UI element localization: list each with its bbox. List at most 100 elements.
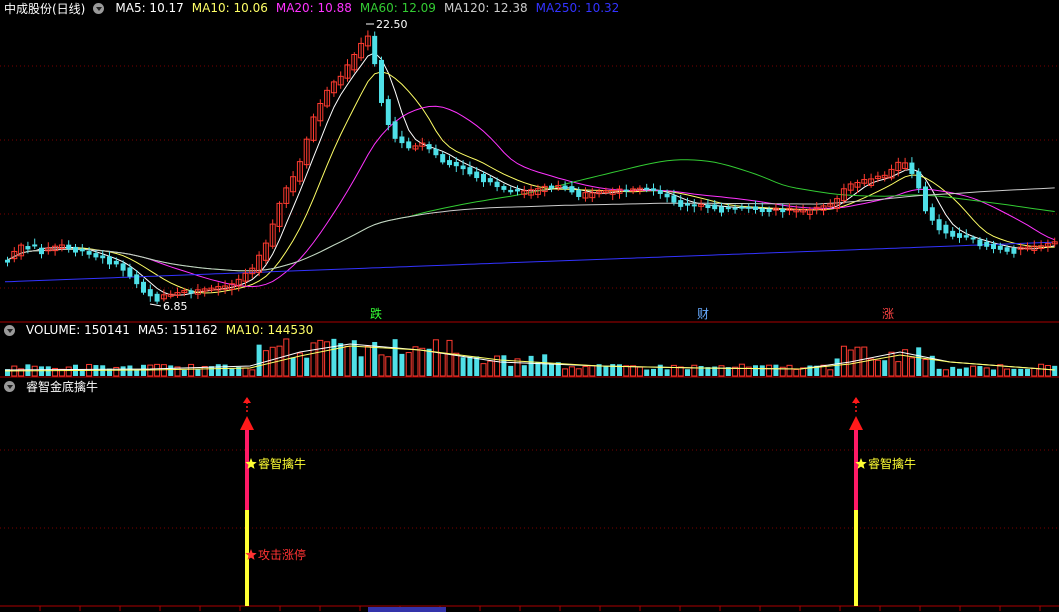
candle-body-down <box>188 290 194 294</box>
candle-body-down <box>127 267 133 277</box>
ma-legend: MA5: 10.17 MA10: 10.06 MA20: 10.88 MA60: 12… <box>115 1 619 15</box>
candle-body-down <box>746 206 752 209</box>
candle-body-down <box>460 165 466 170</box>
candle-body-down <box>644 187 650 190</box>
volume-bar-down <box>603 366 609 376</box>
candle-body-down <box>562 185 568 190</box>
candle-body-down <box>379 59 384 103</box>
volume-bar-down <box>501 355 507 376</box>
candle-body-down <box>712 204 718 210</box>
signal-1-top-label: 睿智擒牛 <box>258 456 306 471</box>
signal-2-top-label: 睿智擒牛 <box>868 456 916 471</box>
candle-body-down <box>1004 247 1010 252</box>
candle-body-down <box>732 207 738 210</box>
candle-body-down <box>79 248 85 252</box>
volume-bar-down <box>1052 365 1058 376</box>
candle-body-down <box>406 141 412 149</box>
candle-body-down <box>739 206 745 209</box>
volume-bar-down <box>977 366 983 376</box>
low-price-label: 6.85 <box>163 300 188 313</box>
candle-body-down <box>916 171 922 189</box>
volume-bar-down <box>950 366 956 376</box>
candle-body-down <box>73 246 78 253</box>
volume-bar-down <box>1011 368 1017 376</box>
volume-bar-down <box>181 369 187 376</box>
volume-bar-down <box>256 344 262 376</box>
volume-bar-down <box>467 356 473 376</box>
candle-body-down <box>936 219 942 231</box>
legend-item: MA60: 12.09 <box>359 1 436 15</box>
candle-body-down <box>691 204 697 207</box>
legend-item: MA5: 151162 <box>137 323 218 337</box>
volume-bar-down <box>304 357 310 376</box>
volume-bar-down <box>195 369 201 376</box>
stock-chart-canvas[interactable]: 22.50 6.85 跌 财 涨 睿智擒牛 攻击涨停 睿智擒牛 <box>0 0 1059 612</box>
legend-item: MA250: 10.32 <box>535 1 620 15</box>
high-price-label: 22.50 <box>376 18 408 31</box>
candle-body-down <box>392 121 398 139</box>
candle-body-down <box>100 255 106 259</box>
stock-title: 中成股份(日线) <box>4 1 86 16</box>
scroll-indicator <box>368 607 446 612</box>
candle-body-down <box>5 259 10 263</box>
volume-bar-down <box>460 357 466 376</box>
volume-bar-down <box>215 364 221 376</box>
main-panel-header: 中成股份(日线) MA5: 10.17 MA10: 10.06 MA20: 10.8… <box>4 0 619 16</box>
volume-bar-down <box>358 356 364 376</box>
volume-bar-down <box>753 365 758 376</box>
candle-body-down <box>977 239 983 247</box>
volume-bar-down <box>549 364 554 376</box>
candle-body-down <box>385 99 391 125</box>
volume-bar-down <box>127 365 133 376</box>
volume-bar-down <box>134 369 140 376</box>
candle-body-down <box>705 204 711 209</box>
volume-panel-menu-icon[interactable] <box>4 324 15 336</box>
volume-bar-down <box>759 365 765 376</box>
volume-bar-down <box>685 369 690 376</box>
volume-bar-down <box>392 339 398 376</box>
volume-bar-down <box>957 368 962 376</box>
candle-body-down <box>1011 248 1017 254</box>
candle-body-down <box>515 189 520 192</box>
candle-body-down <box>467 167 473 175</box>
legend-item: MA20: 10.88 <box>275 1 352 15</box>
candle-body-down <box>753 206 758 210</box>
candle-body-down <box>685 203 690 206</box>
candle-body-down <box>671 195 677 203</box>
candle-body-down <box>501 186 507 190</box>
volume-bar-down <box>331 338 337 376</box>
candle-body-down <box>113 260 119 265</box>
candle-body-down <box>766 209 772 213</box>
candle-body-down <box>481 173 486 183</box>
main-panel-menu-icon[interactable] <box>93 2 105 14</box>
candle-body-down <box>433 148 439 156</box>
volume-bar-down <box>474 356 480 376</box>
volume-bar-down <box>120 366 126 376</box>
candle-body-down <box>576 189 582 197</box>
marker-cai: 财 <box>697 307 709 321</box>
volume-bar-down <box>508 365 514 376</box>
candle-body-down <box>141 281 146 293</box>
legend-item: VOLUME: 150141 <box>26 323 130 337</box>
candle-body-down <box>569 186 575 193</box>
candle-body-down <box>147 289 153 297</box>
volume-bar-down <box>351 340 357 376</box>
candle-body-down <box>39 247 44 255</box>
volume-bar-down <box>916 347 922 376</box>
indicator-panel-menu-icon[interactable] <box>4 380 15 392</box>
volume-bar-down <box>936 368 942 376</box>
candle-body-down <box>963 235 969 238</box>
legend-item: MA5: 10.17 <box>115 1 184 15</box>
volume-bar-down <box>963 367 969 376</box>
candle-body-down <box>508 189 514 193</box>
volume-bar-down <box>773 364 779 376</box>
candle-body-down <box>93 253 99 258</box>
volume-bar-down <box>399 353 405 376</box>
candle-body-down <box>651 188 656 191</box>
candle-body-down <box>719 206 724 213</box>
volume-bar-down <box>882 360 888 376</box>
candle-body-down <box>657 190 663 194</box>
candle-body-down <box>549 185 554 189</box>
volume-bar-down <box>542 354 548 376</box>
candle-body-down <box>474 171 480 179</box>
